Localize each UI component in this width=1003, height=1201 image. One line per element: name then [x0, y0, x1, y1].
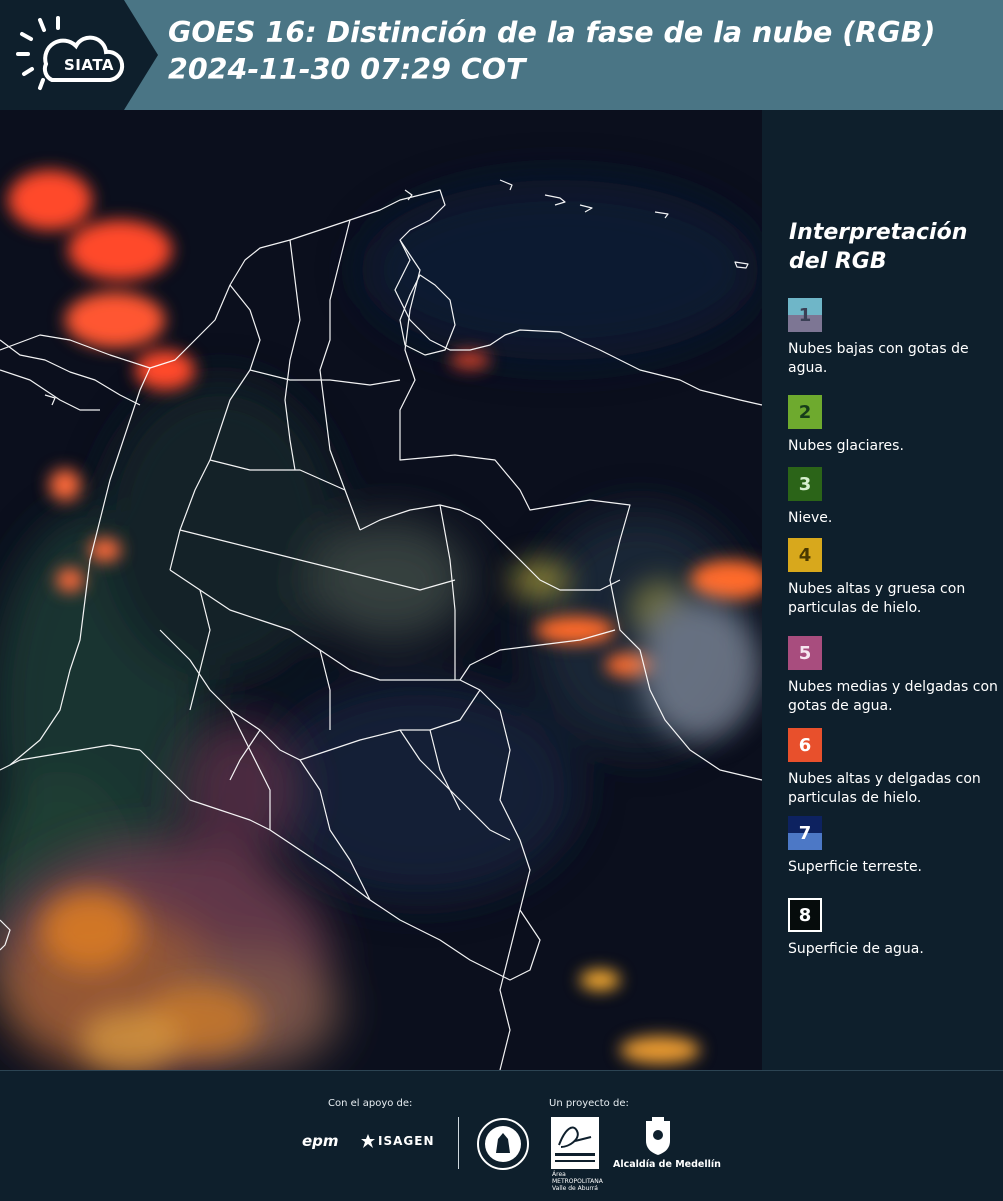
legend-label: Superficie terreste. — [788, 859, 923, 875]
seal-logo — [477, 1118, 529, 1170]
legend-title: Interpretación del RGB — [789, 220, 968, 274]
legend-swatch: 7 — [788, 816, 822, 850]
legend-number: 2 — [798, 401, 812, 423]
legend-number: 7 — [798, 822, 812, 844]
legend-panel: Interpretación del RGB 1 Nubes bajas con … — [762, 110, 1003, 1070]
satellite-image — [0, 110, 762, 1070]
legend-number: 6 — [798, 734, 812, 756]
legend-item: 5 Nubes medias y delgadas con gotas de ag… — [788, 636, 998, 716]
project-caption: Un proyecto de: — [549, 1098, 629, 1109]
alcaldia-shield-icon — [646, 1117, 670, 1155]
legend-item: 3 Nieve. — [788, 467, 998, 528]
legend-label: Nieve. — [788, 510, 833, 526]
footer-divider — [458, 1117, 459, 1169]
legend-item: 6 Nubes altas y delgadas con particulas d… — [788, 728, 998, 808]
legend-number: 1 — [798, 304, 812, 326]
legend-label: Nubes altas y gruesa con particulas de h… — [788, 581, 966, 616]
legend-label: Nubes altas y delgadas con particulas de… — [788, 771, 981, 806]
legend-item: 1 Nubes bajas con gotas de agua. — [788, 298, 998, 378]
legend-item: 7 Superficie terreste. — [788, 816, 998, 877]
sun-cloud-icon — [16, 16, 125, 90]
siata-logo: SIATA — [14, 12, 130, 96]
isagen-mark-icon — [361, 1134, 375, 1148]
legend-swatch: 4 — [788, 538, 822, 572]
satellite-map — [0, 110, 762, 1070]
legend-swatch: 1 — [788, 298, 822, 332]
legend-label: Nubes glaciares. — [788, 438, 904, 454]
legend-number: 3 — [798, 473, 812, 495]
legend-item: 4 Nubes altas y gruesa con particulas de … — [788, 538, 998, 618]
area-metropolitana-logo-icon — [551, 1117, 599, 1169]
legend-swatch: 3 — [788, 467, 822, 501]
legend-label: Superficie de agua. — [788, 941, 924, 957]
legend-number: 8 — [798, 904, 812, 926]
legend-swatch: 5 — [788, 636, 822, 670]
area-metropolitana-logo: Área METROPOLITANA Valle de Aburrá — [552, 1171, 603, 1192]
epm-logo: epm — [302, 1132, 339, 1150]
page-title: GOES 16: Distinción de la fase de la nub… — [168, 16, 936, 86]
siata-logo-text: SIATA — [64, 56, 115, 74]
footer: Con el apoyo de: Un proyecto de: epm ISA… — [0, 1070, 1003, 1201]
legend-item: 8 Superficie de agua. — [788, 898, 998, 959]
legend-number: 5 — [798, 642, 812, 664]
legend-swatch: 6 — [788, 728, 822, 762]
alcaldia-logo: Alcaldía de Medellín — [613, 1159, 721, 1170]
header-bar: SIATA GOES 16: Distinción de la fase de … — [0, 0, 1003, 110]
legend-number: 4 — [798, 544, 812, 566]
support-caption: Con el apoyo de: — [328, 1098, 413, 1109]
legend-label: Nubes medias y delgadas con gotas de agu… — [788, 679, 998, 714]
legend-item: 2 Nubes glaciares. — [788, 395, 998, 456]
legend-label: Nubes bajas con gotas de agua. — [788, 341, 969, 376]
legend-swatch: 2 — [788, 395, 822, 429]
isagen-logo: ISAGEN — [378, 1134, 435, 1148]
legend-swatch: 8 — [788, 898, 822, 932]
